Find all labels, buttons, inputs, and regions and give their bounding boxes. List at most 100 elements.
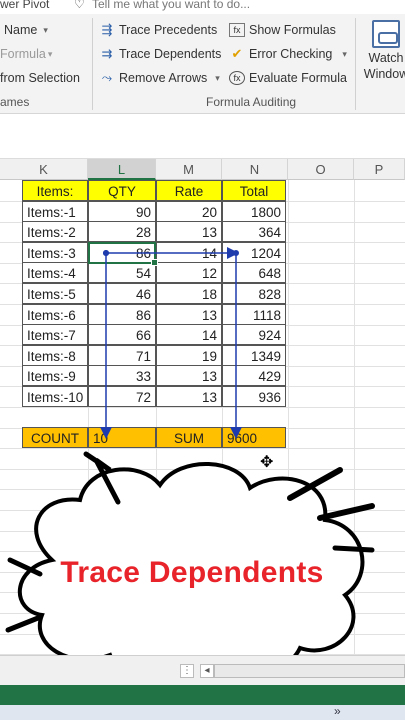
table-cell[interactable]: Items:-10 [22,386,88,407]
show-formulas-label: Show Formulas [249,23,336,37]
chevron-down-icon: ▾ [43,24,48,35]
taskbar: » [0,704,405,720]
define-name-label: Name [4,23,38,37]
column-header-n[interactable]: N [222,159,288,180]
table-header-cell[interactable]: Total [222,180,286,201]
evaluate-formula-button[interactable]: fx Evaluate Formula [229,71,347,85]
create-from-selection-button[interactable]: from Selection [0,71,80,85]
table-cell[interactable]: Items:-7 [22,324,88,345]
table-cell[interactable]: Items:-2 [22,221,88,242]
summary-cell[interactable]: 9600 [222,427,286,448]
remove-arrows-button[interactable]: ⤳ Remove Arrows ▾ [99,71,220,86]
table-cell[interactable]: 1118 [222,304,286,325]
table-cell[interactable]: 54 [88,262,156,283]
trace-dependents-button[interactable]: ⇉ Trace Dependents [99,46,222,62]
table-cell[interactable]: 14 [156,324,222,345]
table-cell[interactable]: 1800 [222,201,286,222]
table-cell[interactable]: Items:-3 [22,242,88,263]
table-cell[interactable]: 429 [222,365,286,386]
table-cell[interactable]: Items:-9 [22,365,88,386]
table-cell[interactable]: 364 [222,221,286,242]
watch-window-icon [372,20,400,48]
formula-auditing-group-label: Formula Auditing [206,95,297,109]
table-cell[interactable]: 71 [88,345,156,366]
active-cell-l[interactable] [88,242,158,266]
remove-arrows-label: Remove Arrows [119,71,208,85]
table-cell[interactable]: 13 [156,304,222,325]
table-cell[interactable]: 18 [156,283,222,304]
watch-window-label-1: Watch [368,51,404,65]
trace-dependents-icon: ⇉ [101,46,113,61]
ribbon: Name ▾ Formula ▾ from Selection ames ⇶ T… [0,14,405,114]
table-cell[interactable]: 13 [156,221,222,242]
chevron-down-icon: ▾ [47,48,53,59]
scroll-left-button[interactable]: ⋮ [180,664,194,678]
use-in-formula-button[interactable]: Formula ▾ [0,47,52,61]
table-cell[interactable]: 20 [156,201,222,222]
table-cell[interactable]: 72 [88,386,156,407]
group-divider [92,18,93,110]
table-cell[interactable]: Items:-5 [22,283,88,304]
define-name-button[interactable]: Name ▾ [4,23,48,37]
table-cell[interactable]: 924 [222,324,286,345]
table-cell[interactable]: 12 [156,262,222,283]
status-bar [0,685,405,705]
table-cell[interactable]: 936 [222,386,286,407]
table-cell[interactable]: 66 [88,324,156,345]
column-header-p[interactable]: P [354,159,405,180]
summary-cell[interactable]: 10 [88,427,156,448]
table-cell[interactable]: 1349 [222,345,286,366]
trace-precedents-icon: ⇶ [101,22,113,37]
table-header-cell[interactable]: Rate [156,180,222,201]
error-checking-button[interactable]: ✔ Error Checking ▾ [229,46,347,62]
gridline [0,551,405,552]
horizontal-scrollbar[interactable] [214,664,405,678]
gridline [0,613,405,614]
evaluate-formula-label: Evaluate Formula [249,71,347,85]
power-pivot-tab[interactable]: wer Pivot [0,0,49,11]
column-header-l[interactable]: L [88,159,156,180]
watch-window-label-2: Window [363,67,405,81]
summary-cell[interactable]: SUM [156,427,222,448]
table-cell[interactable]: Items:-8 [22,345,88,366]
trace-precedents-button[interactable]: ⇶ Trace Precedents [99,22,218,38]
table-cell[interactable]: Items:-1 [22,201,88,222]
tell-me-box[interactable]: Tell me what you want to do... [92,0,250,11]
table-cell[interactable]: 13 [156,365,222,386]
watch-window-button[interactable]: Watch Window [362,20,405,82]
sheet-tab-bar: ⋮ ◂ [0,655,405,685]
error-checking-icon: ✔ [231,46,243,61]
table-cell[interactable]: 28 [88,221,156,242]
table-cell[interactable]: 13 [156,386,222,407]
column-header-m[interactable]: M [156,159,222,180]
chevron-right-icon[interactable]: » [334,704,341,718]
column-header-k[interactable]: K [0,159,88,180]
table-cell[interactable]: 33 [88,365,156,386]
show-formulas-button[interactable]: fx Show Formulas [229,23,336,37]
table-cell[interactable]: Items:-4 [22,262,88,283]
formula-bar-area [0,115,405,159]
table-header-cell[interactable]: Items: [22,180,88,201]
chevron-down-icon: ▾ [215,72,220,83]
gridline [0,469,405,470]
trace-dependents-label: Trace Dependents [119,47,222,61]
summary-cell[interactable]: COUNT [22,427,88,448]
table-cell[interactable]: 14 [156,242,222,263]
table-cell[interactable]: 828 [222,283,286,304]
gridline [0,592,405,593]
top-strip: wer Pivot ♡ Tell me what you want to do.… [0,0,405,14]
table-header-cell[interactable]: QTY [88,180,156,201]
table-cell[interactable]: 648 [222,262,286,283]
lightbulb-icon: ♡ [74,0,85,11]
show-formulas-icon: fx [229,23,245,37]
table-cell[interactable]: 1204 [222,242,286,263]
table-cell[interactable]: 90 [88,201,156,222]
table-cell[interactable]: 46 [88,283,156,304]
table-cell[interactable]: 19 [156,345,222,366]
error-checking-label: Error Checking [249,47,333,61]
mouse-cursor-icon: ✥ [260,454,274,471]
table-cell[interactable]: Items:-6 [22,304,88,325]
scroll-left-arrow-icon[interactable]: ◂ [200,664,214,678]
table-cell[interactable]: 86 [88,304,156,325]
column-header-o[interactable]: O [288,159,354,180]
